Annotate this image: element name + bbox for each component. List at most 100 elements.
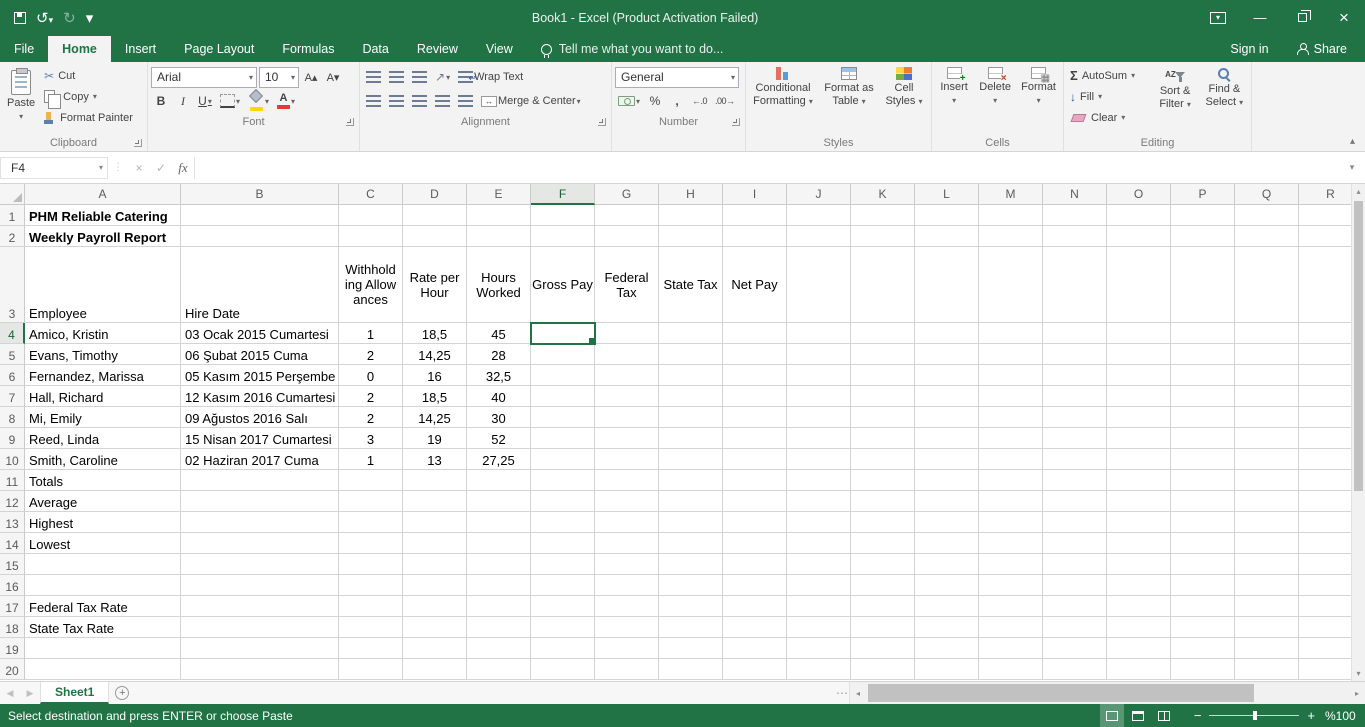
row-header-14[interactable]: 14 bbox=[0, 533, 25, 554]
column-header-I[interactable]: I bbox=[723, 184, 787, 205]
cell-O12[interactable] bbox=[1107, 491, 1171, 512]
zoom-slider[interactable] bbox=[1209, 711, 1300, 720]
cell-M10[interactable] bbox=[979, 449, 1043, 470]
cell-Q1[interactable] bbox=[1235, 205, 1299, 226]
cell-B3[interactable]: Hire Date bbox=[181, 247, 339, 323]
row-header-9[interactable]: 9 bbox=[0, 428, 25, 449]
cell-A13[interactable]: Highest bbox=[25, 512, 181, 533]
cell-C12[interactable] bbox=[339, 491, 403, 512]
cell-J5[interactable] bbox=[787, 344, 851, 365]
cell-C6[interactable]: 0 bbox=[339, 365, 403, 386]
cell-L3[interactable] bbox=[915, 247, 979, 323]
cell-H5[interactable] bbox=[659, 344, 723, 365]
close-button[interactable]: × bbox=[1323, 0, 1365, 35]
vertical-scroll-track[interactable] bbox=[1352, 199, 1365, 666]
cell-P3[interactable] bbox=[1171, 247, 1235, 323]
cell-M1[interactable] bbox=[979, 205, 1043, 226]
format-painter-button[interactable]: Format Painter bbox=[41, 107, 136, 128]
cell-L12[interactable] bbox=[915, 491, 979, 512]
cell-M14[interactable] bbox=[979, 533, 1043, 554]
align-left-button[interactable] bbox=[363, 91, 384, 112]
cell-G19[interactable] bbox=[595, 638, 659, 659]
cell-K1[interactable] bbox=[851, 205, 915, 226]
cell-N9[interactable] bbox=[1043, 428, 1107, 449]
column-header-E[interactable]: E bbox=[467, 184, 531, 205]
cell-M9[interactable] bbox=[979, 428, 1043, 449]
name-box[interactable]: F4 ▾ bbox=[0, 156, 108, 179]
cell-P6[interactable] bbox=[1171, 365, 1235, 386]
row-header-19[interactable]: 19 bbox=[0, 638, 25, 659]
clipboard-dialog-launcher[interactable] bbox=[134, 139, 142, 147]
decrease-indent-button[interactable] bbox=[432, 91, 453, 112]
cell-I2[interactable] bbox=[723, 226, 787, 247]
cell-J7[interactable] bbox=[787, 386, 851, 407]
cell-C15[interactable] bbox=[339, 554, 403, 575]
cell-D14[interactable] bbox=[403, 533, 467, 554]
cell-J2[interactable] bbox=[787, 226, 851, 247]
cell-F19[interactable] bbox=[531, 638, 595, 659]
cell-E13[interactable] bbox=[467, 512, 531, 533]
cell-N6[interactable] bbox=[1043, 365, 1107, 386]
find-select-button[interactable]: Find & Select ▾ bbox=[1201, 65, 1248, 131]
comma-style-button[interactable]: , bbox=[667, 91, 687, 112]
cell-F17[interactable] bbox=[531, 596, 595, 617]
cell-I5[interactable] bbox=[723, 344, 787, 365]
row-header-2[interactable]: 2 bbox=[0, 226, 25, 247]
cell-L2[interactable] bbox=[915, 226, 979, 247]
cell-E20[interactable] bbox=[467, 659, 531, 680]
cell-P14[interactable] bbox=[1171, 533, 1235, 554]
tab-page-layout[interactable]: Page Layout bbox=[170, 36, 268, 62]
merge-center-button[interactable]: ↔ Merge & Center ▾ bbox=[478, 91, 584, 112]
cell-P12[interactable] bbox=[1171, 491, 1235, 512]
cell-N18[interactable] bbox=[1043, 617, 1107, 638]
cell-K12[interactable] bbox=[851, 491, 915, 512]
cell-H2[interactable] bbox=[659, 226, 723, 247]
cell-P16[interactable] bbox=[1171, 575, 1235, 596]
cell-J1[interactable] bbox=[787, 205, 851, 226]
cell-G2[interactable] bbox=[595, 226, 659, 247]
cell-D13[interactable] bbox=[403, 512, 467, 533]
cell-E6[interactable]: 32,5 bbox=[467, 365, 531, 386]
column-header-K[interactable]: K bbox=[851, 184, 915, 205]
scroll-down-button[interactable]: ▾ bbox=[1352, 666, 1365, 681]
row-header-18[interactable]: 18 bbox=[0, 617, 25, 638]
cell-H18[interactable] bbox=[659, 617, 723, 638]
cell-I6[interactable] bbox=[723, 365, 787, 386]
decrease-decimal-button[interactable]: .00→ bbox=[712, 91, 738, 112]
cell-A11[interactable]: Totals bbox=[25, 470, 181, 491]
restore-button[interactable] bbox=[1281, 0, 1323, 35]
cell-P1[interactable] bbox=[1171, 205, 1235, 226]
cell-E2[interactable] bbox=[467, 226, 531, 247]
cell-C18[interactable] bbox=[339, 617, 403, 638]
cell-H3[interactable]: State Tax bbox=[659, 247, 723, 323]
clear-button[interactable]: Clear ▾ bbox=[1067, 107, 1149, 128]
cell-J4[interactable] bbox=[787, 323, 851, 344]
cell-D12[interactable] bbox=[403, 491, 467, 512]
cell-F6[interactable] bbox=[531, 365, 595, 386]
undo-button[interactable]: ↺▾ bbox=[36, 9, 53, 27]
cell-J17[interactable] bbox=[787, 596, 851, 617]
vertical-scroll-thumb[interactable] bbox=[1354, 201, 1363, 491]
cell-M18[interactable] bbox=[979, 617, 1043, 638]
cell-Q13[interactable] bbox=[1235, 512, 1299, 533]
cell-E4[interactable]: 45 bbox=[467, 323, 531, 344]
row-header-12[interactable]: 12 bbox=[0, 491, 25, 512]
cell-B11[interactable] bbox=[181, 470, 339, 491]
cell-O4[interactable] bbox=[1107, 323, 1171, 344]
cell-N19[interactable] bbox=[1043, 638, 1107, 659]
cell-Q16[interactable] bbox=[1235, 575, 1299, 596]
cell-B6[interactable]: 05 Kasım 2015 Perşembe bbox=[181, 365, 339, 386]
cell-A5[interactable]: Evans, Timothy bbox=[25, 344, 181, 365]
cell-J6[interactable] bbox=[787, 365, 851, 386]
cell-K2[interactable] bbox=[851, 226, 915, 247]
customize-qat-button[interactable]: ▾ bbox=[86, 9, 94, 27]
sort-filter-button[interactable]: AZ Sort & Filter ▾ bbox=[1151, 65, 1198, 131]
cell-H20[interactable] bbox=[659, 659, 723, 680]
cell-B16[interactable] bbox=[181, 575, 339, 596]
zoom-out-button[interactable]: − bbox=[1194, 708, 1202, 723]
cell-D18[interactable] bbox=[403, 617, 467, 638]
fill-button[interactable]: ↓ Fill ▾ bbox=[1067, 86, 1149, 107]
cell-D9[interactable]: 19 bbox=[403, 428, 467, 449]
italic-button[interactable]: I bbox=[173, 91, 193, 112]
cell-K18[interactable] bbox=[851, 617, 915, 638]
